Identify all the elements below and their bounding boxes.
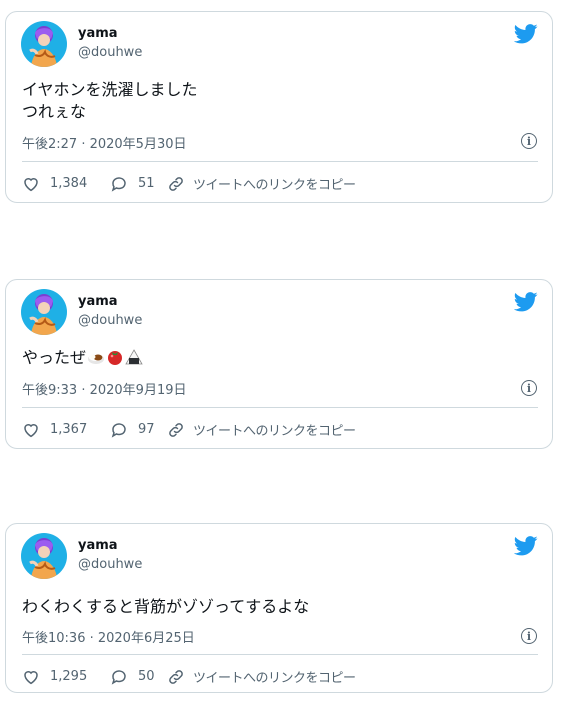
reply-button[interactable]: 51 — [110, 175, 167, 193]
heart-icon — [22, 668, 40, 686]
tweet-text: イヤホンを洗濯しました つれぇな — [22, 79, 198, 123]
heart-icon — [22, 175, 40, 193]
copy-link-label: ツイートへのリンクをコピー — [193, 178, 356, 193]
link-icon — [167, 421, 185, 439]
reply-count: 50 — [138, 669, 155, 684]
divider — [22, 161, 538, 162]
like-count: 1,295 — [50, 669, 88, 684]
reply-button[interactable]: 97 — [110, 421, 167, 439]
copy-link-button[interactable]: ツイートへのリンクをコピー — [167, 420, 356, 439]
tweet-text-line: わくわくすると背筋がゾゾってするよな — [22, 597, 310, 616]
author-name[interactable]: yama — [78, 294, 118, 309]
info-icon[interactable]: i — [521, 380, 537, 396]
copy-link-label: ツイートへのリンクをコピー — [193, 671, 356, 686]
reply-bubble-icon — [110, 175, 128, 193]
onigiri-emoji — [125, 349, 143, 365]
info-icon[interactable]: i — [521, 628, 537, 644]
timestamp[interactable]: 午後10:36 · 2020年6月25日 — [22, 627, 195, 646]
action-bar: 1,384 51 ツイートへのリンクをコピー — [22, 174, 356, 193]
tweet-text-line: つれぇな — [22, 102, 87, 121]
curry-rice-emoji — [88, 354, 105, 364]
reply-button[interactable]: 50 — [110, 668, 167, 686]
twitter-bird-icon[interactable] — [514, 24, 538, 44]
link-icon — [167, 175, 185, 193]
author-handle[interactable]: @douhwe — [78, 313, 142, 328]
action-bar: 1,295 50 ツイートへのリンクをコピー — [22, 667, 356, 686]
tweet-card[interactable]: yama @douhwe イヤホンを洗濯しました つれぇな 午後2:27 · 2… — [5, 11, 553, 203]
tweet-text: わくわくすると背筋がゾゾってするよな — [22, 596, 309, 618]
reply-bubble-icon — [110, 421, 128, 439]
tweet-text-line: やったぜ — [22, 348, 87, 367]
link-icon — [167, 668, 185, 686]
avatar[interactable] — [21, 533, 67, 579]
twitter-bird-icon[interactable] — [514, 292, 538, 312]
twitter-bird-icon[interactable] — [514, 536, 538, 556]
tweet-card[interactable]: yama @douhwe やったぜ 午後9:33 · 2020年9月19日 i … — [5, 279, 553, 449]
author-handle[interactable]: @douhwe — [78, 557, 142, 572]
author-name[interactable]: yama — [78, 26, 118, 41]
author-name[interactable]: yama — [78, 538, 118, 553]
avatar[interactable] — [21, 289, 67, 335]
author-handle[interactable]: @douhwe — [78, 45, 142, 60]
like-button[interactable]: 1,295 — [22, 668, 110, 686]
divider — [22, 654, 538, 655]
like-count: 1,367 — [50, 422, 88, 437]
tweet-text: やったぜ — [22, 347, 143, 369]
timestamp[interactable]: 午後9:33 · 2020年9月19日 — [22, 379, 187, 398]
like-count: 1,384 — [50, 176, 88, 191]
avatar[interactable] — [21, 21, 67, 67]
heart-icon — [22, 421, 40, 439]
tweet-card[interactable]: yama @douhwe わくわくすると背筋がゾゾってするよな 午後10:36 … — [5, 523, 553, 693]
timestamp[interactable]: 午後2:27 · 2020年5月30日 — [22, 133, 187, 152]
copy-link-button[interactable]: ツイートへのリンクをコピー — [167, 667, 356, 686]
info-icon[interactable]: i — [521, 133, 537, 149]
tomato-emoji — [108, 351, 123, 365]
copy-link-button[interactable]: ツイートへのリンクをコピー — [167, 174, 356, 193]
copy-link-label: ツイートへのリンクをコピー — [193, 424, 356, 439]
tweet-text-line: イヤホンを洗濯しました — [22, 80, 198, 99]
reply-count: 51 — [138, 176, 155, 191]
like-button[interactable]: 1,367 — [22, 421, 110, 439]
divider — [22, 407, 538, 408]
action-bar: 1,367 97 ツイートへのリンクをコピー — [22, 420, 356, 439]
reply-bubble-icon — [110, 668, 128, 686]
like-button[interactable]: 1,384 — [22, 175, 110, 193]
reply-count: 97 — [138, 422, 155, 437]
